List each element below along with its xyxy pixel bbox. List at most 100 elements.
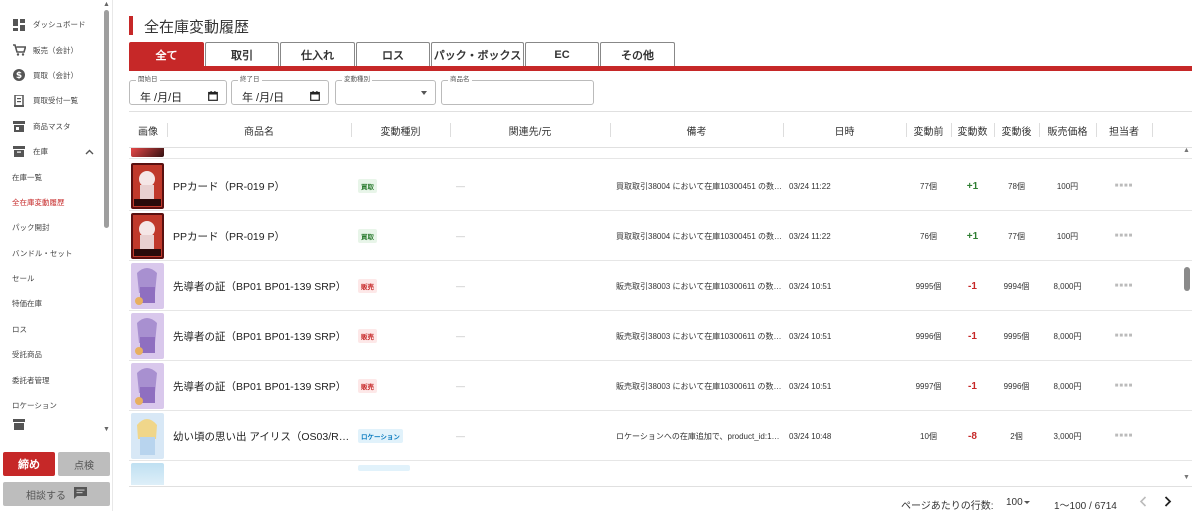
tab-pack-box[interactable]: パック・ボックス (431, 42, 524, 66)
sidebar-scrollbar-thumb[interactable] (104, 10, 109, 228)
sidebar-item-label: 全在庫変動履歴 (12, 197, 65, 207)
column-header-image[interactable]: 画像 (129, 112, 167, 148)
table-row[interactable]: PPカード（PR-019 P） 買取 — 買取取引38004 において在庫103… (129, 211, 1192, 261)
check-button[interactable]: 点検 (58, 452, 110, 476)
scroll-down-icon[interactable]: ▼ (1183, 474, 1190, 481)
scroll-up-icon[interactable]: ▲ (103, 1, 110, 8)
close-register-button[interactable]: 締め (3, 452, 55, 476)
table-row[interactable]: PPカード（PR-019 P） 買取 — 買取取引38004 において在庫103… (129, 161, 1192, 211)
start-date-field[interactable]: 開始日 年 /月/日 (129, 76, 227, 106)
datetime-cell: 03/24 11:22 (789, 231, 831, 241)
sidebar-item-inventory[interactable]: 在庫 (0, 139, 102, 164)
column-header-before[interactable]: 変動前 (906, 112, 951, 148)
table-row[interactable]: 先導者の証（BP01 BP01-139 SRP） 販売 — 販売取引38003 … (129, 261, 1192, 311)
product-image (131, 163, 164, 209)
change-type-badge: 販売 (358, 279, 377, 293)
tab-other[interactable]: その他 (600, 42, 675, 66)
chevron-up-icon[interactable] (85, 147, 94, 157)
note-cell: 買取取引38004 において在庫10300451 の数… (616, 181, 781, 191)
column-header-note[interactable]: 備考 (610, 112, 783, 148)
sidebar-item-location[interactable]: ロケーション (0, 393, 102, 418)
table-row[interactable]: 先導者の証（BP01 BP01-139 SRP） 販売 — 販売取引38003 … (129, 311, 1192, 361)
calendar-icon[interactable] (208, 88, 218, 106)
column-header-change-type[interactable]: 変動種別 (351, 112, 450, 148)
sidebar-item-label: 特価在庫 (12, 299, 42, 309)
scroll-up-icon[interactable]: ▲ (1183, 147, 1190, 154)
sidebar-item-consignor[interactable]: 委託者管理 (0, 367, 102, 392)
related-cell: — (456, 181, 465, 191)
product-name[interactable]: 幼い頃の思い出 アイリス（OS03/R… (173, 411, 349, 461)
product-name[interactable]: 先導者の証（BP01 BP01-139 SRP） (173, 311, 349, 361)
product-image (131, 413, 164, 459)
tab-all[interactable]: 全て (129, 42, 204, 66)
tab-underline (129, 66, 1192, 71)
tab-stock-in[interactable]: 仕入れ (280, 42, 355, 66)
sidebar-item-label: 受託商品 (12, 350, 42, 360)
product-name[interactable]: PPカード（PR-019 P） (173, 161, 349, 211)
sidebar-item-inventory-list[interactable]: 在庫一覧 (0, 164, 102, 189)
sidebar-item-dashboard[interactable]: ダッシュボード (0, 12, 102, 37)
rows-per-page-select[interactable]: 100 (1006, 497, 1023, 508)
column-header-staff[interactable]: 担当者 (1096, 112, 1152, 148)
delta-cell: -8 (968, 430, 977, 442)
related-cell: — (456, 381, 465, 391)
dashboard-icon (12, 18, 26, 32)
chevron-down-icon[interactable] (1024, 501, 1030, 504)
pagination-bar: ページあたりの行数: 100 1～100 / 6714 (129, 486, 1192, 511)
sidebar-item-label: 買取（会計） (33, 70, 78, 80)
product-name[interactable]: PPカード（PR-019 P） (173, 211, 349, 261)
sidebar-item-pack-open[interactable]: パック開封 (0, 215, 102, 240)
change-type-badge: 買取 (358, 229, 377, 243)
staff-cell: ■■■■ (1114, 183, 1134, 189)
end-date-field[interactable]: 終了日 年 /月/日 (231, 76, 329, 106)
sidebar-item-sale[interactable]: セール (0, 266, 102, 291)
chevron-right-icon[interactable] (1164, 495, 1172, 510)
sidebar-item-purchase-list[interactable]: 買取受付一覧 (0, 88, 102, 113)
product-name-input[interactable]: 商品名 (441, 76, 594, 105)
table-row[interactable]: 先導者の証（BP01 BP01-139 SRP） 販売 — 販売取引38003 … (129, 361, 1192, 411)
product-name[interactable]: 先導者の証（BP01 BP01-139 SRP） (173, 361, 349, 411)
change-type-select[interactable]: 変動種別 (335, 76, 436, 105)
before-cell: 76個 (920, 231, 937, 241)
sidebar-item-bundle[interactable]: バンドル・セット (0, 241, 102, 266)
column-header-product-name[interactable]: 商品名 (167, 112, 351, 148)
product-name-label: 商品名 (448, 76, 472, 84)
change-type-badge (358, 465, 410, 471)
sidebar-item-loss[interactable]: ロス (0, 317, 102, 342)
sidebar-item-special-stock[interactable]: 特価在庫 (0, 291, 102, 316)
change-type-badge: ロケーション (358, 429, 403, 443)
archive-icon (12, 418, 26, 430)
sidebar-item-inventory-history[interactable]: 全在庫変動履歴 (0, 190, 102, 215)
chevron-left-icon[interactable] (1139, 495, 1147, 510)
column-header-related[interactable]: 関連先/元 (450, 112, 610, 148)
product-image (131, 463, 164, 485)
page-range: 1～100 / 6714 (1054, 501, 1117, 511)
receipt-icon (12, 94, 26, 108)
table-row[interactable] (129, 461, 1192, 485)
change-type-cell: 買取 (358, 211, 377, 261)
change-type-cell: 販売 (358, 361, 377, 411)
column-header-datetime[interactable]: 日時 (783, 112, 906, 148)
change-type-badge: 販売 (358, 379, 377, 393)
change-type-label: 変動種別 (342, 76, 372, 84)
consult-button[interactable]: 相談する (3, 482, 110, 506)
sidebar-item-label: ロス (12, 324, 27, 334)
table-row[interactable]: 幼い頃の思い出 アイリス（OS03/R… ロケーション — ロケーションへの在庫… (129, 411, 1192, 461)
column-header-delta[interactable]: 変動数 (951, 112, 994, 148)
sidebar-item-product-master[interactable]: 商品マスタ (0, 114, 102, 139)
product-name[interactable]: 先導者の証（BP01 BP01-139 SRP） (173, 261, 349, 311)
column-header-after[interactable]: 変動後 (994, 112, 1039, 148)
price-cell: 100円 (1056, 231, 1079, 241)
column-header-price[interactable]: 販売価格 (1039, 112, 1096, 148)
sidebar-item-purchase[interactable]: $ 買取（会計） (0, 63, 102, 88)
sidebar-item-sales[interactable]: 販売（会計） (0, 37, 102, 62)
sidebar-item-label: 販売（会計） (33, 45, 78, 55)
scroll-down-icon[interactable]: ▼ (103, 426, 110, 433)
table-scrollbar-thumb[interactable] (1184, 267, 1190, 291)
sidebar-item-partial[interactable] (0, 418, 102, 430)
calendar-icon[interactable] (310, 88, 320, 106)
tab-ec[interactable]: EC (525, 42, 599, 66)
sidebar-item-consigned[interactable]: 受託商品 (0, 342, 102, 367)
tab-loss[interactable]: ロス (356, 42, 430, 66)
tab-transaction[interactable]: 取引 (205, 42, 279, 66)
